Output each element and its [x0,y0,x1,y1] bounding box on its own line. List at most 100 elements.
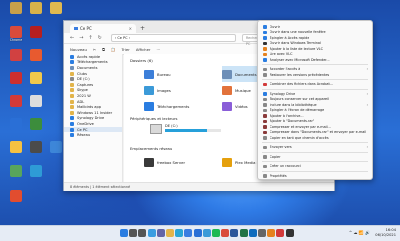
menu-separator [262,79,368,80]
menu-item-compresser-dans-documents-rar-et-envoyer[interactable]: Compresser dans "Documents.rar" et envoy… [258,130,372,136]
spotify-icon[interactable] [212,229,220,237]
command-3[interactable]: 📋 [111,47,116,52]
folder-icon [70,60,74,65]
refresh-button[interactable]: ↻ [98,35,102,41]
menu-separator [262,170,368,172]
settings-icon[interactable] [258,229,266,237]
folder-icon [222,101,232,111]
menu-item-label: Propriétés [269,173,287,178]
submenu-arrow-icon: › [366,145,368,150]
server-icon [144,157,154,167]
menu-item-analyser-avec-microsoft-defender[interactable]: Analyser avec Microsoft Defender... [258,57,372,63]
menu-item-icon [263,36,267,40]
forward-button[interactable]: → [79,35,83,41]
section-folders[interactable]: Dossiers (6) [130,58,153,63]
hard-drive-icon [150,124,162,134]
menu-item-propri-t-s[interactable]: Propriétés [258,173,372,179]
nav-item-label: DE (C:) [77,77,90,82]
start-icon[interactable] [120,229,128,237]
menu-item-label: Inclure dans la bibliothèque [269,102,317,107]
edge-icon[interactable] [175,229,184,237]
mail-icon[interactable] [193,229,202,237]
command-5[interactable]: Afficher [136,47,151,52]
folder-icon [70,65,74,70]
menu-item-copier-en-tant-que-chemin-d-acc-s[interactable]: Copier en tant que chemin d'accès [258,135,372,141]
up-button[interactable]: ↑ [88,35,92,41]
app-icon [30,49,42,61]
system-tray-icons[interactable]: ^ ☁ 📶 🔊 [349,230,370,235]
address-bar[interactable]: › Ce PC › [110,34,236,42]
menu-item-icon [263,164,267,168]
back-button[interactable]: ← [70,35,74,41]
store-icon[interactable] [184,229,193,237]
photos-icon[interactable] [202,229,211,237]
teams-icon[interactable] [156,229,165,237]
desktop-icons: Chrome [0,0,70,225]
menu-item-icon [263,108,267,112]
command-0[interactable]: Nouveau [70,47,87,52]
excel-icon[interactable] [239,229,248,237]
folder-icon [70,116,74,121]
menu-item-copier[interactable]: Copier [258,154,372,160]
new-tab-button[interactable]: + [140,25,145,32]
menu-item-label: Restaurer les versions précédentes [269,72,330,77]
menu-item-label: Ouvrir dans Windows Terminal [269,41,321,46]
folder-icon [222,69,232,79]
command-6[interactable]: ··· [156,47,160,52]
folder-label: Vidéos [235,103,248,109]
menu-item-label: Ouvrir [269,24,281,29]
menu-item-label: Accorder l'accès à [269,67,301,72]
command-4[interactable]: Trier [122,47,130,52]
menu-item-icon [263,145,267,149]
outlook-icon[interactable] [248,229,257,237]
menu-item-restaurer-les-versions-pr-c-dentes[interactable]: Restaurer les versions précédentes [258,72,372,78]
acrobat-icon[interactable] [276,229,285,237]
network-freebox-server[interactable]: freebox Server [144,154,204,170]
menu-item-combiner-des-fichiers-dans-acrobat[interactable]: Combiner des fichiers dans Acrobat... [258,82,372,88]
folder-label: Téléchargements [157,103,190,109]
folder-label: Musique [235,87,251,93]
section-network[interactable]: Emplacements réseau [130,146,172,151]
widgets-icon[interactable] [147,229,156,237]
clock[interactable]: 16:04 06/10/2021 [375,228,396,238]
menu-item-icon [263,136,267,140]
folder-icon [70,127,74,132]
folder-bureau[interactable]: Bureau [144,66,204,82]
tab-ce-pc[interactable]: Ce PC × [70,24,136,33]
folder-icon [222,85,232,95]
network-label: freebox Server [157,159,186,165]
menu-item-label: Compresser dans "Documents.rar" et envoy… [269,130,367,135]
nav-item-label: Synology Drive [77,116,105,121]
folder-icon [70,99,74,104]
menu-item-label: Toujours conserver sur cet appareil [269,97,330,102]
command-1[interactable]: ✂ [93,47,96,52]
folder-icon [70,77,74,82]
desktop-icon[interactable] [20,165,52,191]
app-icon [30,72,42,84]
chrome-icon[interactable] [221,229,230,237]
task-view-icon[interactable] [138,229,147,237]
menu-item-icon [263,125,267,129]
command-2[interactable]: ⧉ [102,47,105,52]
folder-images[interactable]: Images [144,82,204,98]
nav-item-r-seau[interactable]: Réseau [64,132,122,138]
close-tab-icon[interactable]: × [129,26,132,31]
vlc-icon[interactable] [267,229,276,237]
word-icon[interactable] [230,229,239,237]
drive-c[interactable]: DE (C:) [150,124,221,134]
menu-item-icon [263,119,267,123]
menu-item-label: Ajouter à la liste de lecture VLC [269,46,324,51]
menu-item-envoyer-vers[interactable]: Envoyer vers › [258,145,372,151]
folder-icon [70,71,74,76]
menu-item-cr-er-un-raccourci[interactable]: Créer un raccourci [258,164,372,170]
desktop-icon[interactable] [0,190,32,216]
menu-item-label: Épingler à Accès rapide [269,35,310,40]
search-icon[interactable] [129,229,138,237]
menu-item-icon [263,30,267,34]
section-drives[interactable]: Périphériques et lecteurs [130,116,178,121]
terminal-icon[interactable] [285,229,294,237]
computer-icon [74,27,78,30]
folder-t-l-chargements[interactable]: Téléchargements [144,98,204,114]
menu-item-label: Compresser et envoyer par e-mail... [269,124,331,129]
explorer-icon[interactable] [166,229,174,237]
